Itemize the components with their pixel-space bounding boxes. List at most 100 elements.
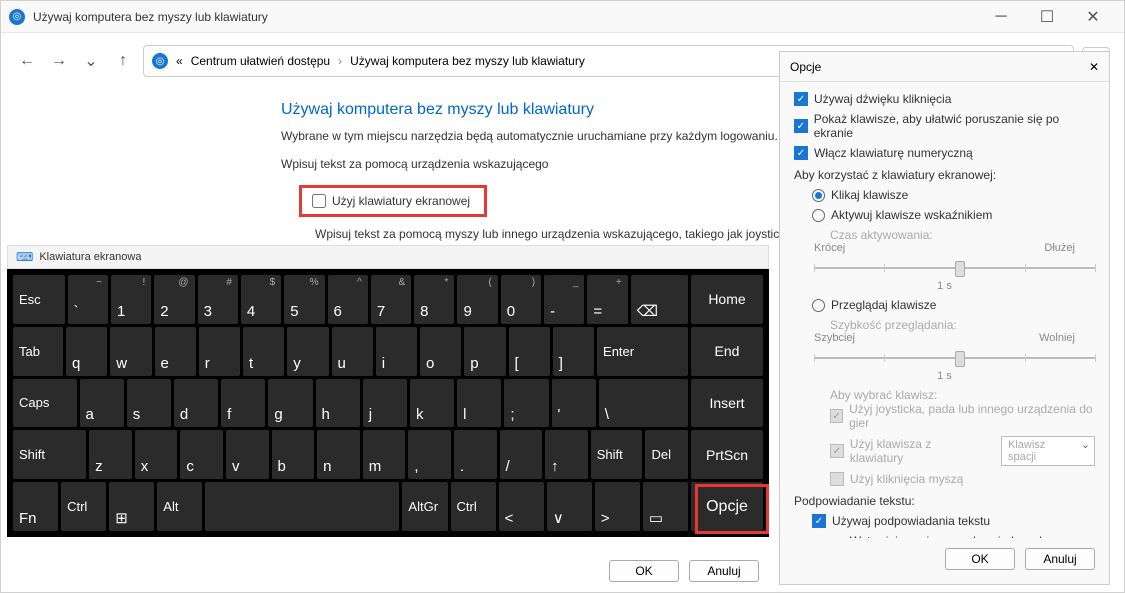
osk-key[interactable]: End: [691, 327, 763, 376]
scan-keys-radio[interactable]: Przeglądaj klawisze: [812, 298, 1095, 312]
show-keys-checkbox[interactable]: ✓Pokaż klawisze, aby ułatwić poruszanie …: [794, 112, 1095, 140]
osk-key[interactable]: 3#: [198, 275, 238, 324]
osk-key[interactable]: Esc: [13, 275, 65, 324]
back-button[interactable]: ←: [15, 49, 39, 73]
osk-key[interactable]: m: [363, 430, 406, 479]
osk-key[interactable]: c: [180, 430, 223, 479]
osk-key[interactable]: Tab: [13, 327, 63, 376]
click-keys-radio[interactable]: Klikaj klawisze: [812, 188, 1095, 202]
osk-key[interactable]: d: [174, 379, 218, 428]
click-sound-checkbox[interactable]: ✓Używaj dźwięku kliknięcia: [794, 92, 1095, 106]
osk-key[interactable]: b: [272, 430, 315, 479]
osk-key[interactable]: .: [454, 430, 497, 479]
osk-key[interactable]: \: [599, 379, 688, 428]
osk-key[interactable]: Shift: [13, 430, 86, 479]
numpad-checkbox[interactable]: ✓Włącz klawiaturę numeryczną: [794, 146, 1095, 160]
history-button[interactable]: ⌄: [79, 49, 103, 73]
minimize-button[interactable]: ─: [978, 1, 1024, 33]
hover-time-label: Czas aktywowania:: [830, 228, 1095, 242]
osk-key[interactable]: x: [135, 430, 178, 479]
osk-key[interactable]: 0): [501, 275, 541, 324]
options-close-button[interactable]: ✕: [1089, 60, 1099, 74]
osk-key[interactable]: 7&: [371, 275, 411, 324]
osk-key[interactable]: <: [499, 482, 544, 531]
hover-time-value: 1 s: [794, 280, 1095, 292]
osk-key[interactable]: w: [110, 327, 151, 376]
osk-key[interactable]: Shift: [591, 430, 643, 479]
osk-key[interactable]: Ctrl: [61, 482, 106, 531]
osk-key[interactable]: Del: [645, 430, 688, 479]
osk-key[interactable]: l: [457, 379, 501, 428]
osk-key[interactable]: v: [226, 430, 269, 479]
osk-key[interactable]: Caps: [13, 379, 77, 428]
osk-key[interactable]: u: [332, 327, 373, 376]
osk-key[interactable]: 2@: [154, 275, 194, 324]
osk-key[interactable]: 9(: [457, 275, 497, 324]
osk-key[interactable]: 1!: [111, 275, 151, 324]
use-onscreen-keyboard-checkbox[interactable]: Użyj klawiatury ekranowej: [304, 190, 478, 212]
options-ok-button[interactable]: OK: [945, 548, 1015, 570]
osk-key[interactable]: 6^: [328, 275, 368, 324]
osk-key[interactable]: PrtScn: [691, 430, 763, 479]
osk-key[interactable]: p: [464, 327, 505, 376]
osk-key[interactable]: i: [376, 327, 417, 376]
osk-key[interactable]: o: [420, 327, 461, 376]
hover-keys-radio[interactable]: Aktywuj klawisze wskaźnikiem: [812, 208, 1095, 222]
osk-key[interactable]: t: [243, 327, 284, 376]
osk-key[interactable]: a: [80, 379, 124, 428]
osk-options-key[interactable]: Opcje: [691, 482, 763, 531]
osk-key[interactable]: r: [199, 327, 240, 376]
ok-button[interactable]: OK: [609, 560, 679, 582]
use-prediction-checkbox[interactable]: ✓Używaj podpowiadania tekstu: [812, 514, 1095, 528]
maximize-button[interactable]: ☐: [1024, 1, 1070, 33]
forward-button[interactable]: →: [47, 49, 71, 73]
mouse-click-checkbox: Użyj kliknięcia myszą: [830, 472, 1095, 486]
osk-key[interactable]: s: [127, 379, 171, 428]
osk-key[interactable]: /: [500, 430, 543, 479]
osk-key[interactable]: AltGr: [402, 482, 447, 531]
breadcrumb-item[interactable]: Używaj komputera bez myszy lub klawiatur…: [350, 54, 585, 68]
osk-key[interactable]: e: [155, 327, 196, 376]
osk-key[interactable]: -_: [544, 275, 584, 324]
osk-key[interactable]: [205, 482, 399, 531]
osk-key[interactable]: 4$: [241, 275, 281, 324]
osk-key[interactable]: ]: [553, 327, 594, 376]
osk-key[interactable]: ▭: [643, 482, 688, 531]
options-title: Opcje: [790, 60, 821, 74]
osk-key[interactable]: Alt: [157, 482, 202, 531]
osk-key[interactable]: g: [268, 379, 312, 428]
osk-key[interactable]: Insert: [691, 379, 763, 428]
osk-key[interactable]: ;: [504, 379, 548, 428]
osk-key[interactable]: ⊞: [109, 482, 154, 531]
osk-key[interactable]: Enter: [597, 327, 688, 376]
osk-key[interactable]: y: [287, 327, 328, 376]
osk-key[interactable]: Home: [691, 275, 763, 324]
osk-key[interactable]: ⌫: [631, 275, 688, 324]
osk-key[interactable]: ,: [408, 430, 451, 479]
osk-key[interactable]: n: [317, 430, 360, 479]
osk-key[interactable]: j: [363, 379, 407, 428]
up-button[interactable]: ↑: [111, 49, 135, 73]
osk-key[interactable]: Ctrl: [451, 482, 496, 531]
osk-key[interactable]: q: [66, 327, 107, 376]
osk-key[interactable]: =+: [587, 275, 627, 324]
osk-key[interactable]: 5%: [284, 275, 324, 324]
window-title: Używaj komputera bez myszy lub klawiatur…: [33, 10, 978, 24]
osk-key[interactable]: h: [316, 379, 360, 428]
osk-key[interactable]: Fn: [13, 482, 58, 531]
cancel-button[interactable]: Anuluj: [689, 560, 759, 582]
close-button[interactable]: ✕: [1070, 1, 1116, 33]
osk-key[interactable]: ↑: [545, 430, 588, 479]
checkbox-input[interactable]: [312, 194, 326, 208]
osk-key[interactable]: ∨: [547, 482, 592, 531]
osk-key[interactable]: z: [89, 430, 132, 479]
osk-key[interactable]: ': [552, 379, 596, 428]
osk-key[interactable]: 8*: [414, 275, 454, 324]
breadcrumb-item[interactable]: Centrum ułatwień dostępu: [191, 54, 330, 68]
osk-key[interactable]: f: [221, 379, 265, 428]
osk-key[interactable]: k: [410, 379, 454, 428]
options-cancel-button[interactable]: Anuluj: [1025, 548, 1095, 570]
osk-key[interactable]: `~: [68, 275, 108, 324]
osk-key[interactable]: [: [509, 327, 550, 376]
osk-key[interactable]: >: [595, 482, 640, 531]
